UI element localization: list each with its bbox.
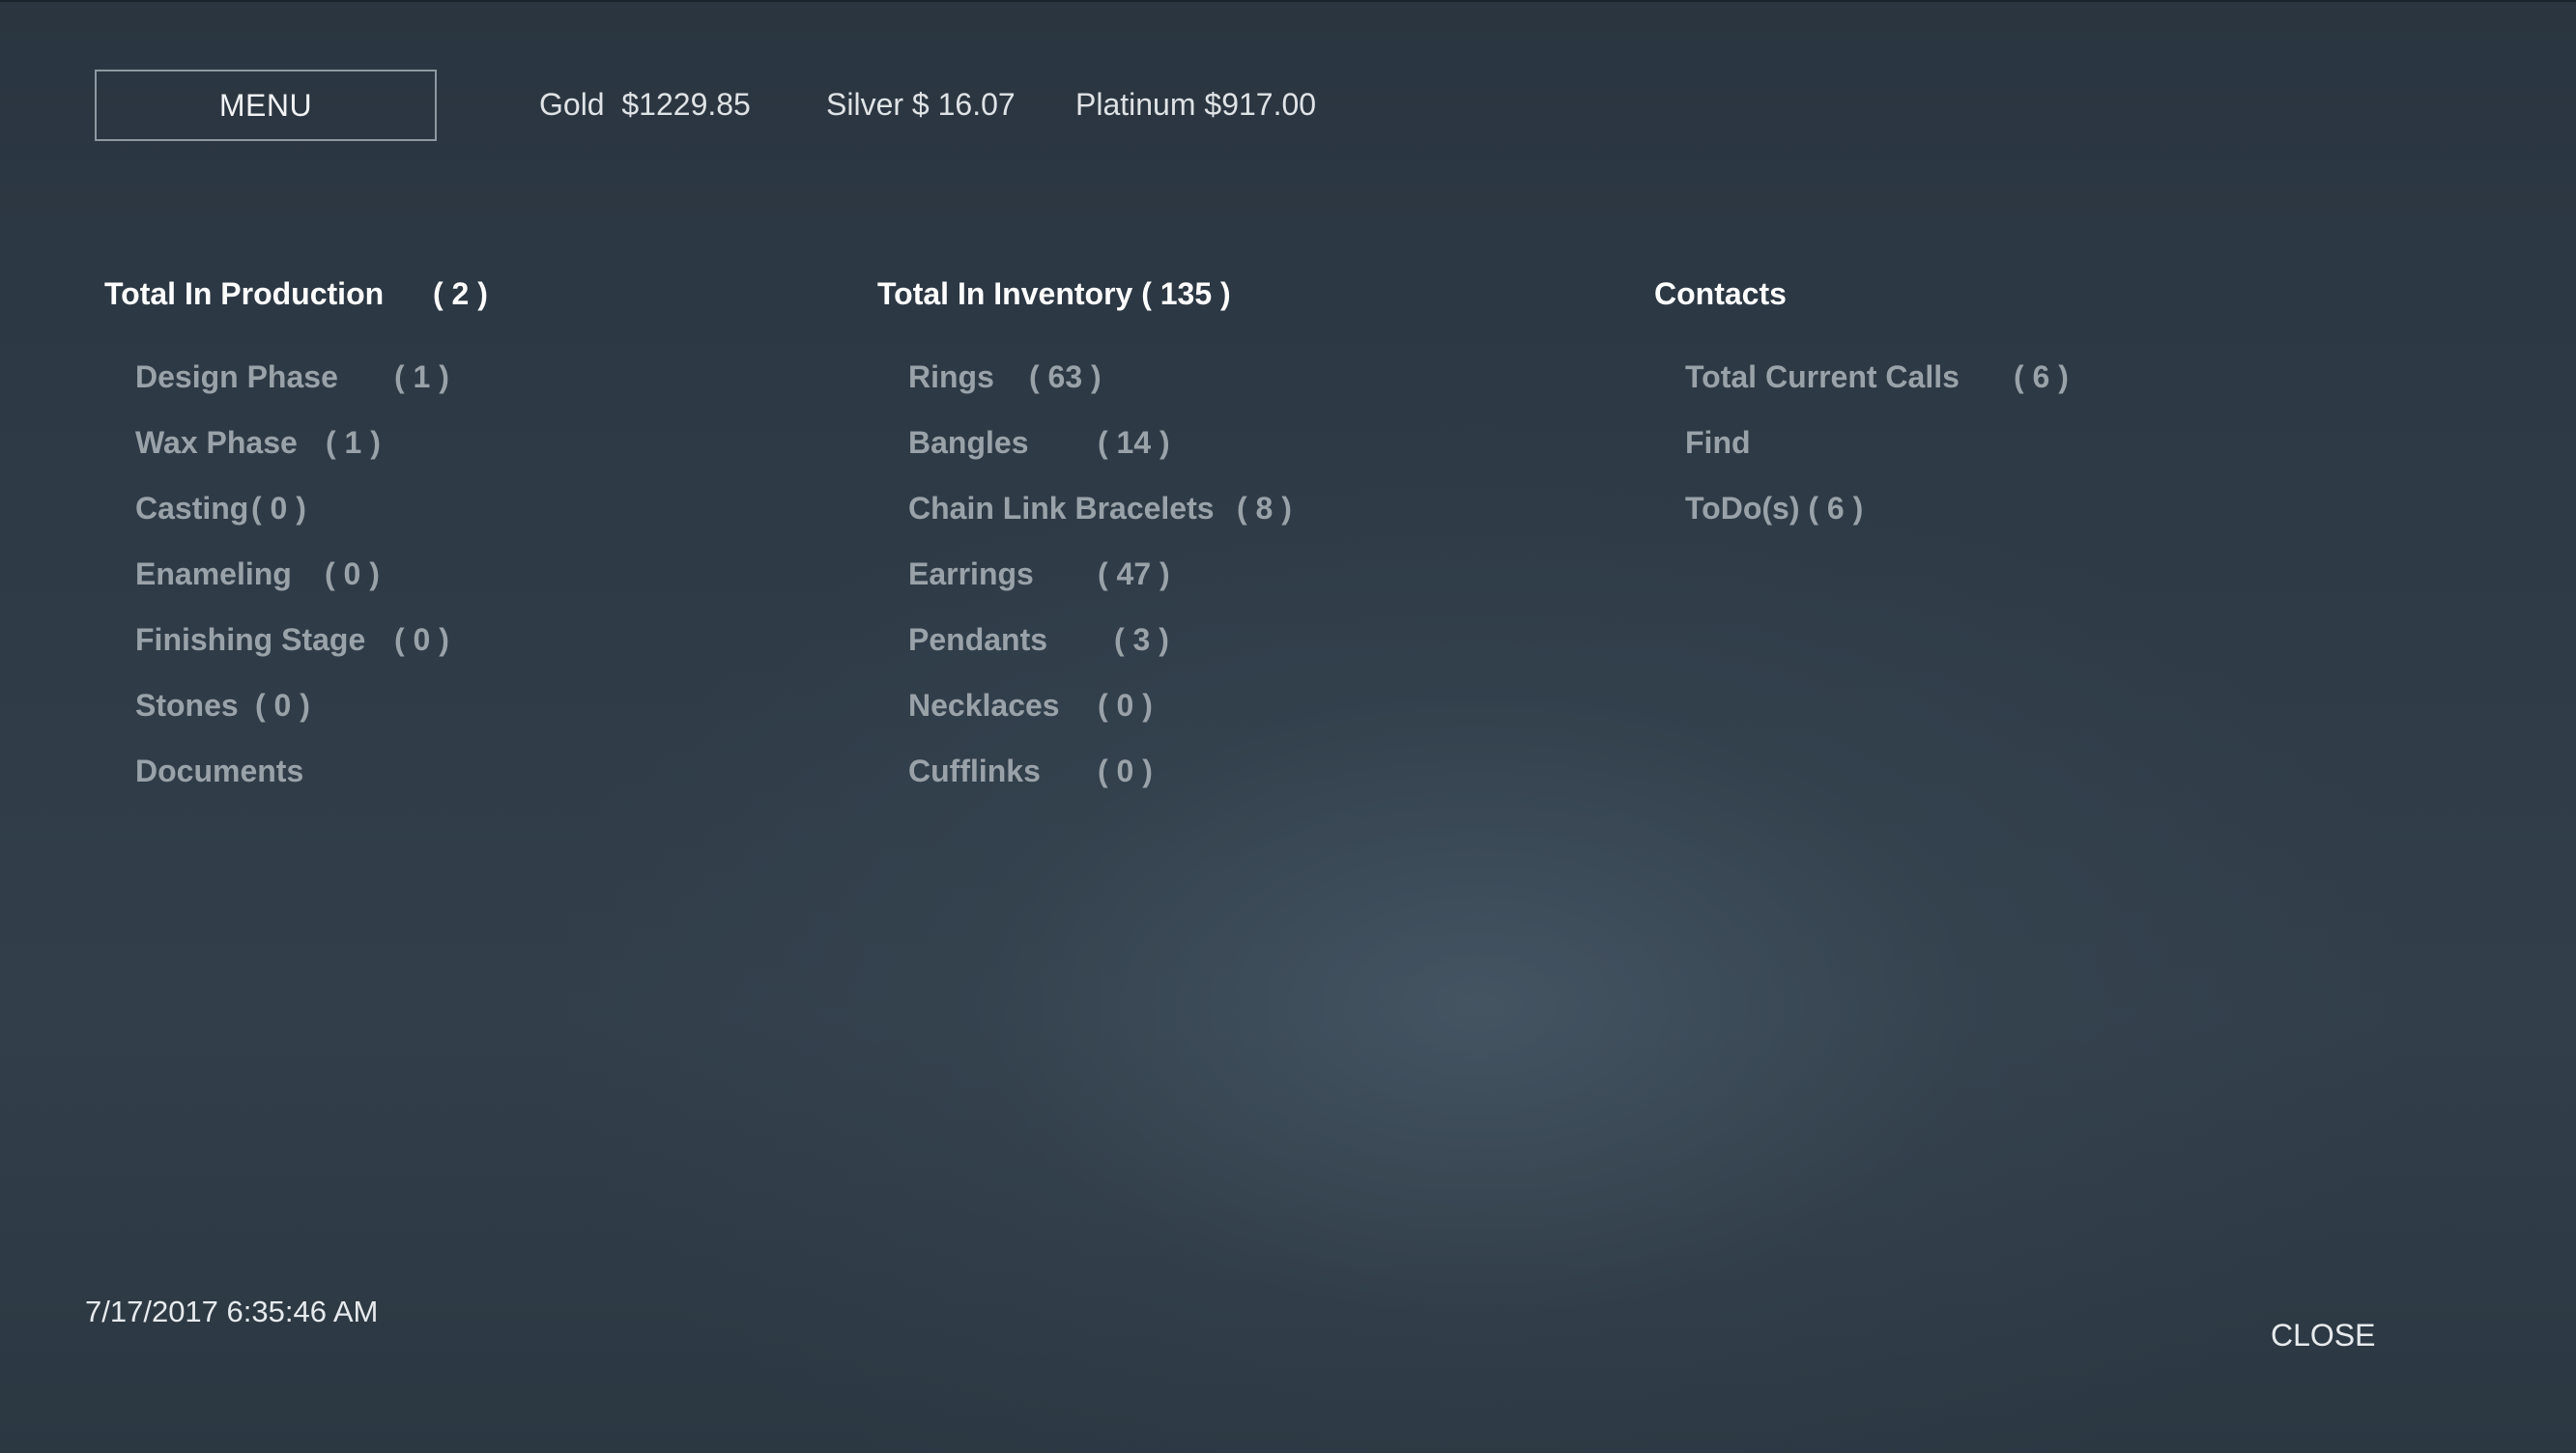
inventory-item-count: ( 0 ) [1098, 754, 1153, 788]
production-item-label: Finishing Stage [135, 622, 366, 657]
inventory-item-count: ( 14 ) [1098, 425, 1170, 460]
silver-price: Silver $ 16.07 [826, 87, 1016, 122]
contacts-item-label: Find [1685, 425, 1751, 460]
inventory-item-count: ( 8 ) [1237, 491, 1292, 526]
contacts-title: Contacts [1654, 276, 1787, 311]
production-item-label: Stones [135, 688, 239, 723]
contacts-item-total-current-calls[interactable]: Total Current Calls ( 6 ) [1685, 359, 2069, 395]
platinum-price: Platinum $917.00 [1075, 87, 1317, 122]
production-item-finishing-stage[interactable]: Finishing Stage ( 0 ) [135, 622, 449, 658]
production-item-count: ( 1 ) [326, 425, 381, 460]
inventory-item-label: Chain Link Bracelets [908, 491, 1215, 526]
production-item-label: Casting [135, 491, 249, 526]
timestamp: 7/17/2017 6:35:46 AM [85, 1295, 379, 1328]
contacts-item-todos[interactable]: ToDo(s) ( 6 ) [1685, 491, 1863, 527]
inventory-item-chain-link-bracelets[interactable]: Chain Link Bracelets ( 8 ) [908, 491, 1292, 527]
inventory-item-count: ( 3 ) [1114, 622, 1169, 657]
production-item-wax-phase[interactable]: Wax Phase ( 1 ) [135, 425, 381, 461]
inventory-item-label: Bangles [908, 425, 1029, 460]
inventory-title: Total In Inventory ( 135 ) [877, 276, 1231, 311]
production-item-count: ( 0 ) [394, 622, 449, 657]
contacts-item-label: ToDo(s) ( 6 ) [1685, 491, 1864, 526]
production-item-count: ( 1 ) [394, 359, 449, 394]
inventory-item-count: ( 63 ) [1029, 359, 1102, 394]
production-item-label: Enameling [135, 556, 292, 591]
production-item-count: ( 0 ) [251, 491, 306, 526]
inventory-item-pendants[interactable]: Pendants ( 3 ) [908, 622, 1169, 658]
production-item-casting[interactable]: Casting ( 0 ) [135, 491, 306, 527]
top-border [0, 0, 2576, 2]
contacts-item-find[interactable]: Find [1685, 425, 1751, 461]
production-item-documents[interactable]: Documents [135, 754, 303, 789]
production-item-design-phase[interactable]: Design Phase ( 1 ) [135, 359, 449, 395]
production-item-count: ( 0 ) [325, 556, 380, 591]
inventory-item-label: Cufflinks [908, 754, 1041, 788]
inventory-item-label: Pendants [908, 622, 1048, 657]
inventory-item-earrings[interactable]: Earrings ( 47 ) [908, 556, 1170, 592]
contacts-item-count: ( 6 ) [2014, 359, 2069, 394]
inventory-item-label: Earrings [908, 556, 1034, 591]
inventory-item-count: ( 0 ) [1098, 688, 1153, 723]
inventory-item-label: Rings [908, 359, 994, 394]
production-item-enameling[interactable]: Enameling ( 0 ) [135, 556, 380, 592]
inventory-item-bangles[interactable]: Bangles ( 14 ) [908, 425, 1170, 461]
inventory-item-count: ( 47 ) [1098, 556, 1170, 591]
production-item-count: ( 0 ) [255, 688, 310, 723]
menu-button[interactable]: MENU [95, 70, 437, 141]
contacts-item-label: Total Current Calls [1685, 359, 1960, 394]
production-item-stones[interactable]: Stones ( 0 ) [135, 688, 310, 724]
production-item-label: Wax Phase [135, 425, 298, 460]
production-total: ( 2 ) [433, 276, 488, 311]
inventory-item-label: Necklaces [908, 688, 1060, 723]
inventory-item-necklaces[interactable]: Necklaces ( 0 ) [908, 688, 1153, 724]
inventory-item-rings[interactable]: Rings ( 63 ) [908, 359, 1102, 395]
inventory-item-cufflinks[interactable]: Cufflinks ( 0 ) [908, 754, 1153, 789]
production-title: Total In Production [104, 276, 385, 311]
gold-price: Gold $1229.85 [539, 87, 751, 122]
close-button[interactable]: CLOSE [2271, 1318, 2375, 1353]
production-item-label: Design Phase [135, 359, 338, 394]
production-item-label: Documents [135, 754, 304, 788]
